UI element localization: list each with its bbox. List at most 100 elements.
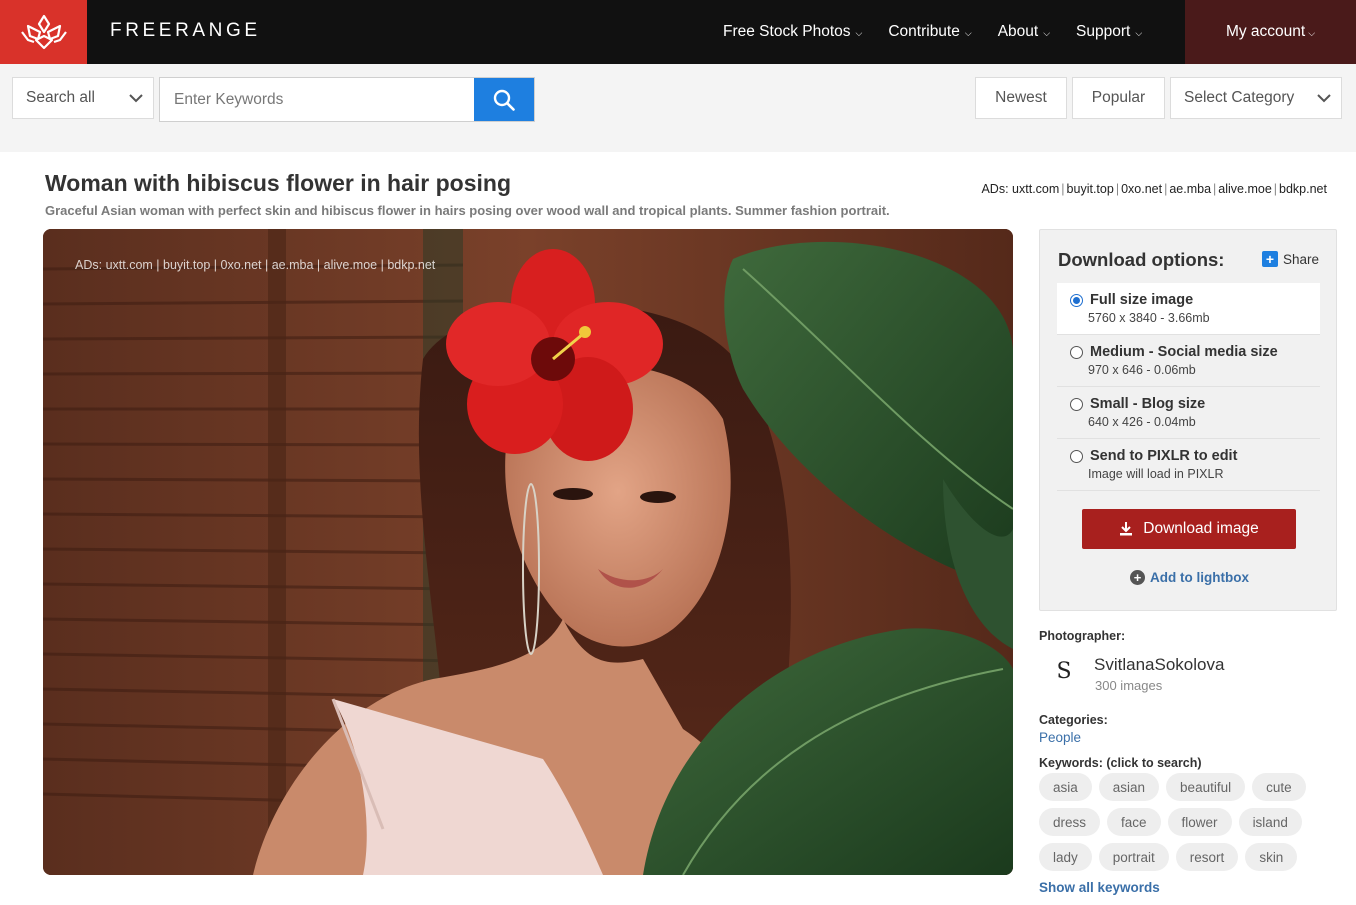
radio-button[interactable] <box>1070 450 1083 463</box>
radio-button[interactable] <box>1070 398 1083 411</box>
keyword-tag[interactable]: lady <box>1039 843 1092 871</box>
option-pixlr[interactable]: Send to PIXLR to edit Image will load in… <box>1057 439 1320 491</box>
option-meta: 970 x 646 - 0.06mb <box>1088 363 1196 377</box>
ad-link[interactable]: ae.mba <box>272 258 314 272</box>
main-nav: Free Stock Photos ⌵ Contribute ⌵ About ⌵… <box>723 0 1168 64</box>
keyword-search <box>159 77 535 122</box>
search-bar: Search all Newest Popular Select Categor… <box>0 64 1356 152</box>
download-options-title: Download options: <box>1058 249 1225 270</box>
keyword-tag[interactable]: face <box>1107 808 1161 836</box>
ad-link[interactable]: uxtt.com <box>1012 182 1059 196</box>
keyword-tag[interactable]: flower <box>1167 808 1232 836</box>
keyword-tag[interactable]: asia <box>1039 773 1092 801</box>
keyword-tag[interactable]: resort <box>1175 843 1239 871</box>
keyword-search-input[interactable] <box>160 78 474 121</box>
nav-free-stock-photos[interactable]: Free Stock Photos ⌵ <box>723 23 862 41</box>
option-medium[interactable]: Medium - Social media size 970 x 646 - 0… <box>1057 335 1320 387</box>
keyword-row: dress face flower island <box>1039 808 1339 836</box>
photographer-avatar[interactable]: S <box>1048 655 1080 687</box>
option-label: Send to PIXLR to edit <box>1090 448 1238 464</box>
keyword-tag[interactable]: island <box>1238 808 1302 836</box>
download-image-button[interactable]: Download image <box>1082 509 1296 549</box>
sort-newest-label: Newest <box>995 89 1047 106</box>
ad-link[interactable]: 0xo.net <box>221 258 262 272</box>
keyword-tags: asia asian beautiful cute dress face flo… <box>1039 773 1339 878</box>
photo-illustration <box>43 229 1013 875</box>
photo-title: Woman with hibiscus flower in hair posin… <box>45 170 511 196</box>
nav-label: About <box>997 23 1039 40</box>
keyword-tag[interactable]: asian <box>1098 773 1160 801</box>
nav-label: Free Stock Photos <box>723 23 851 40</box>
sort-newest-button[interactable]: Newest <box>975 77 1067 119</box>
freerange-logo[interactable] <box>0 0 87 64</box>
radio-button[interactable] <box>1070 294 1083 307</box>
chevron-down-icon <box>1317 94 1331 103</box>
ad-link[interactable]: 0xo.net <box>1121 182 1162 196</box>
radio-button[interactable] <box>1070 346 1083 359</box>
nav-label: Contribute <box>888 23 960 40</box>
chevron-down-icon: ⌵ <box>1135 27 1143 38</box>
lightbox-label: Add to lightbox <box>1150 570 1249 585</box>
categories-label: Categories: <box>1039 713 1108 727</box>
keyword-tag[interactable]: portrait <box>1098 843 1169 871</box>
photographer-image-count: 300 images <box>1095 678 1163 693</box>
plus-icon: + <box>1262 251 1278 267</box>
keywords-label: Keywords: (click to search) <box>1039 756 1202 770</box>
nav-about[interactable]: About ⌵ <box>998 23 1050 41</box>
show-all-keywords-link[interactable]: Show all keywords <box>1039 880 1160 895</box>
category-link-people[interactable]: People <box>1039 730 1081 745</box>
nav-support[interactable]: Support ⌵ <box>1076 23 1142 41</box>
category-select[interactable]: Select Category <box>1170 77 1342 119</box>
nav-label: Support <box>1076 23 1131 40</box>
chevron-down-icon <box>129 94 143 103</box>
photographer-name[interactable]: SvitlanaSokolova <box>1094 655 1224 675</box>
download-icon <box>1120 522 1133 536</box>
ad-link[interactable]: buyit.top <box>1067 182 1114 196</box>
share-label: Share <box>1283 251 1320 267</box>
photographer-label: Photographer: <box>1039 629 1126 643</box>
keyword-tag[interactable]: beautiful <box>1166 773 1246 801</box>
my-account-menu[interactable]: My account ⌵ <box>1185 0 1356 64</box>
share-button[interactable]: + Share <box>1262 251 1319 267</box>
photo-ads-links: ADs: uxtt.com | buyit.top | 0xo.net | ae… <box>75 258 436 272</box>
category-select-label: Select Category <box>1184 89 1295 106</box>
lotus-logo-icon <box>20 14 67 50</box>
ad-link[interactable]: alive.moe <box>1218 182 1272 196</box>
search-icon <box>493 89 515 111</box>
sort-popular-button[interactable]: Popular <box>1072 77 1165 119</box>
account-label: My account <box>1225 23 1306 40</box>
main-photo[interactable] <box>43 229 1013 875</box>
ad-link[interactable]: bdkp.net <box>387 258 435 272</box>
chevron-down-icon: ⌵ <box>964 27 972 38</box>
keyword-row: asia asian beautiful cute <box>1039 773 1339 801</box>
ads-prefix: ADs: <box>981 182 1009 196</box>
chevron-down-icon: ⌵ <box>855 27 863 38</box>
option-meta: Image will load in PIXLR <box>1088 467 1224 481</box>
ads-prefix: ADs: <box>75 258 103 272</box>
ad-link[interactable]: ae.mba <box>1169 182 1211 196</box>
chevron-down-icon: ⌵ <box>1308 27 1316 38</box>
sort-popular-label: Popular <box>1091 89 1146 106</box>
plus-circle-icon: + <box>1130 570 1145 585</box>
search-scope-select[interactable]: Search all <box>12 77 154 119</box>
add-to-lightbox-link[interactable]: + Add to lightbox <box>1130 570 1249 585</box>
option-meta: 640 x 426 - 0.04mb <box>1088 415 1196 429</box>
ad-link[interactable]: uxtt.com <box>106 258 153 272</box>
search-scope-label: Search all <box>26 89 95 106</box>
keyword-tag[interactable]: dress <box>1039 808 1101 836</box>
ad-link[interactable]: alive.moe <box>324 258 378 272</box>
ad-link[interactable]: buyit.top <box>163 258 210 272</box>
option-full-size[interactable]: Full size image 5760 x 3840 - 3.66mb <box>1057 283 1320 335</box>
keyword-tag[interactable]: cute <box>1252 773 1306 801</box>
ad-link[interactable]: bdkp.net <box>1279 182 1327 196</box>
download-options-panel: Download options: + Share Full size imag… <box>1039 229 1337 611</box>
chevron-down-icon: ⌵ <box>1043 27 1051 38</box>
brand-name[interactable]: FREERANGE <box>110 20 261 42</box>
nav-contribute[interactable]: Contribute ⌵ <box>888 23 971 41</box>
keyword-tag[interactable]: skin <box>1245 843 1298 871</box>
option-label: Medium - Social media size <box>1090 344 1278 360</box>
option-label: Full size image <box>1090 292 1194 308</box>
search-button[interactable] <box>474 78 534 121</box>
option-meta: 5760 x 3840 - 3.66mb <box>1088 311 1210 325</box>
option-small[interactable]: Small - Blog size 640 x 426 - 0.04mb <box>1057 387 1320 439</box>
